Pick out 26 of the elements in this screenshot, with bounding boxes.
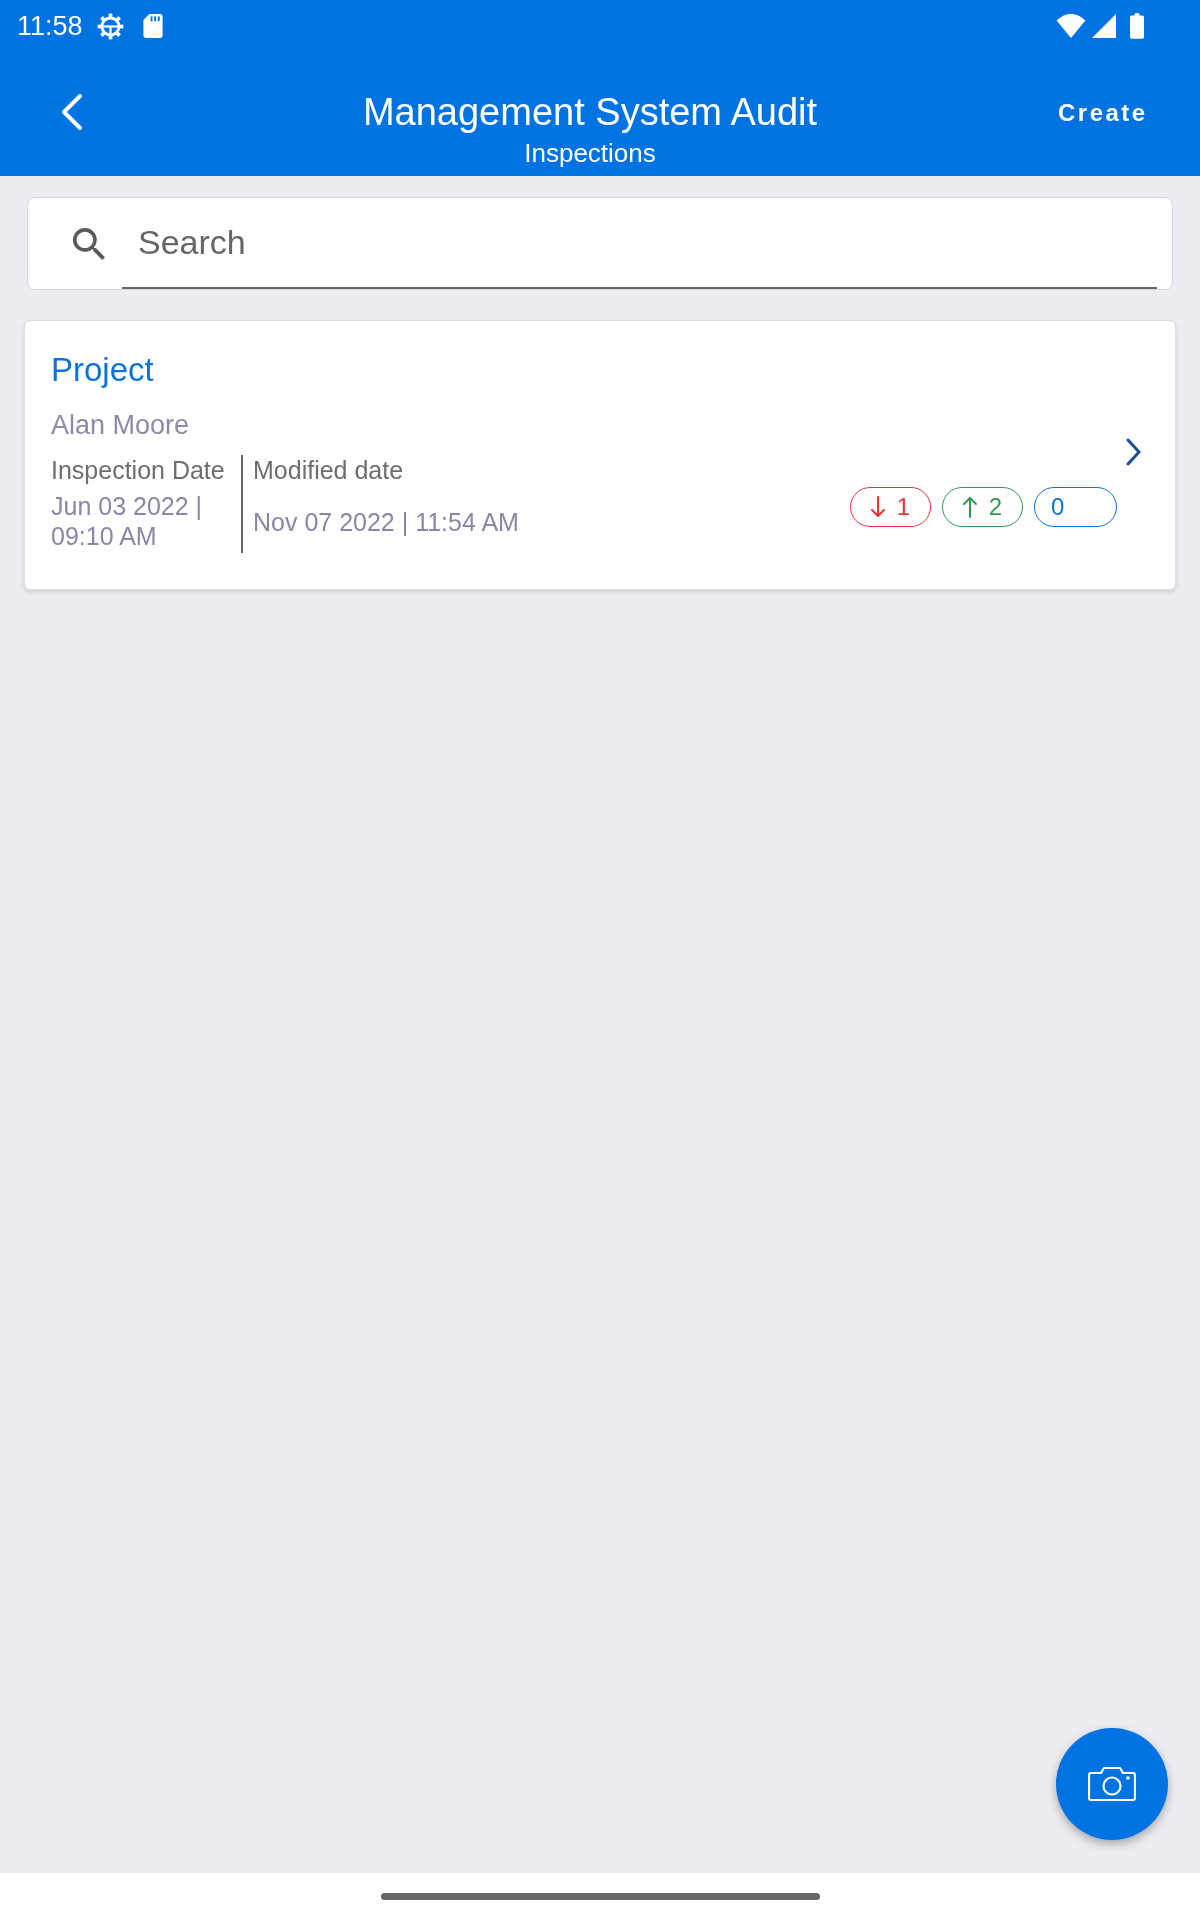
sd-card-icon [142, 14, 163, 38]
count-value: 2 [988, 493, 1003, 521]
inspection-card[interactable]: Project Alan Moore Inspection Date Jun 03 2022 | 09:10 AM Modified date Nov 07 2022 | 11:54 AM 1 2 0 [24, 320, 1176, 590]
battery-icon [1130, 13, 1144, 39]
back-icon [60, 94, 84, 130]
page-title: Management System Audit [362, 90, 818, 134]
create-button[interactable]: Create [1048, 88, 1158, 138]
search-icon [73, 227, 105, 260]
gear-icon [96, 12, 124, 40]
inspector-name: Alan Moore [51, 409, 190, 441]
status-time: 11:58 [17, 10, 83, 42]
date-value: Nov 07 2022 | 11:54 AM [253, 507, 519, 537]
count-value: 1 [896, 493, 911, 521]
count-value: 0 [1051, 493, 1065, 521]
page-subtitle: Inspections [524, 138, 656, 168]
arrow-up-icon [962, 496, 977, 518]
chevron-right-icon [1125, 437, 1141, 466]
signal-icon [1092, 14, 1116, 38]
camera-button[interactable] [1056, 1728, 1168, 1840]
arrow-down-icon [870, 496, 885, 518]
camera-icon [1088, 1766, 1136, 1802]
wifi-icon [1056, 14, 1086, 38]
date-label: Modified date [253, 455, 404, 485]
date-label: Inspection Date [51, 455, 225, 485]
date-value: Jun 03 2022 | 09:10 AM [51, 491, 204, 551]
inspection-title: Project [51, 350, 154, 390]
